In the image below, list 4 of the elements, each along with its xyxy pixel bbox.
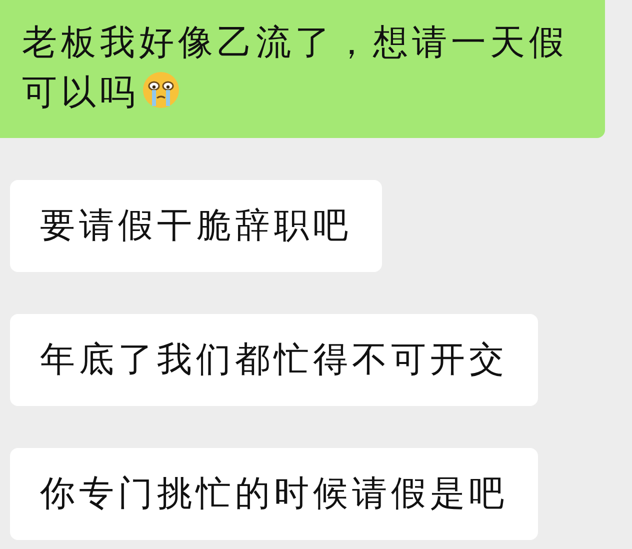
message-text: 你专门挑忙的时候请假是吧 [40, 474, 508, 514]
message-text: 老板我好像乙流了，想请一天假可以吗 [22, 23, 568, 113]
message-text: 要请假干脆辞职吧 [40, 206, 352, 246]
message-text: 年底了我们都忙得不可开交 [40, 340, 508, 380]
